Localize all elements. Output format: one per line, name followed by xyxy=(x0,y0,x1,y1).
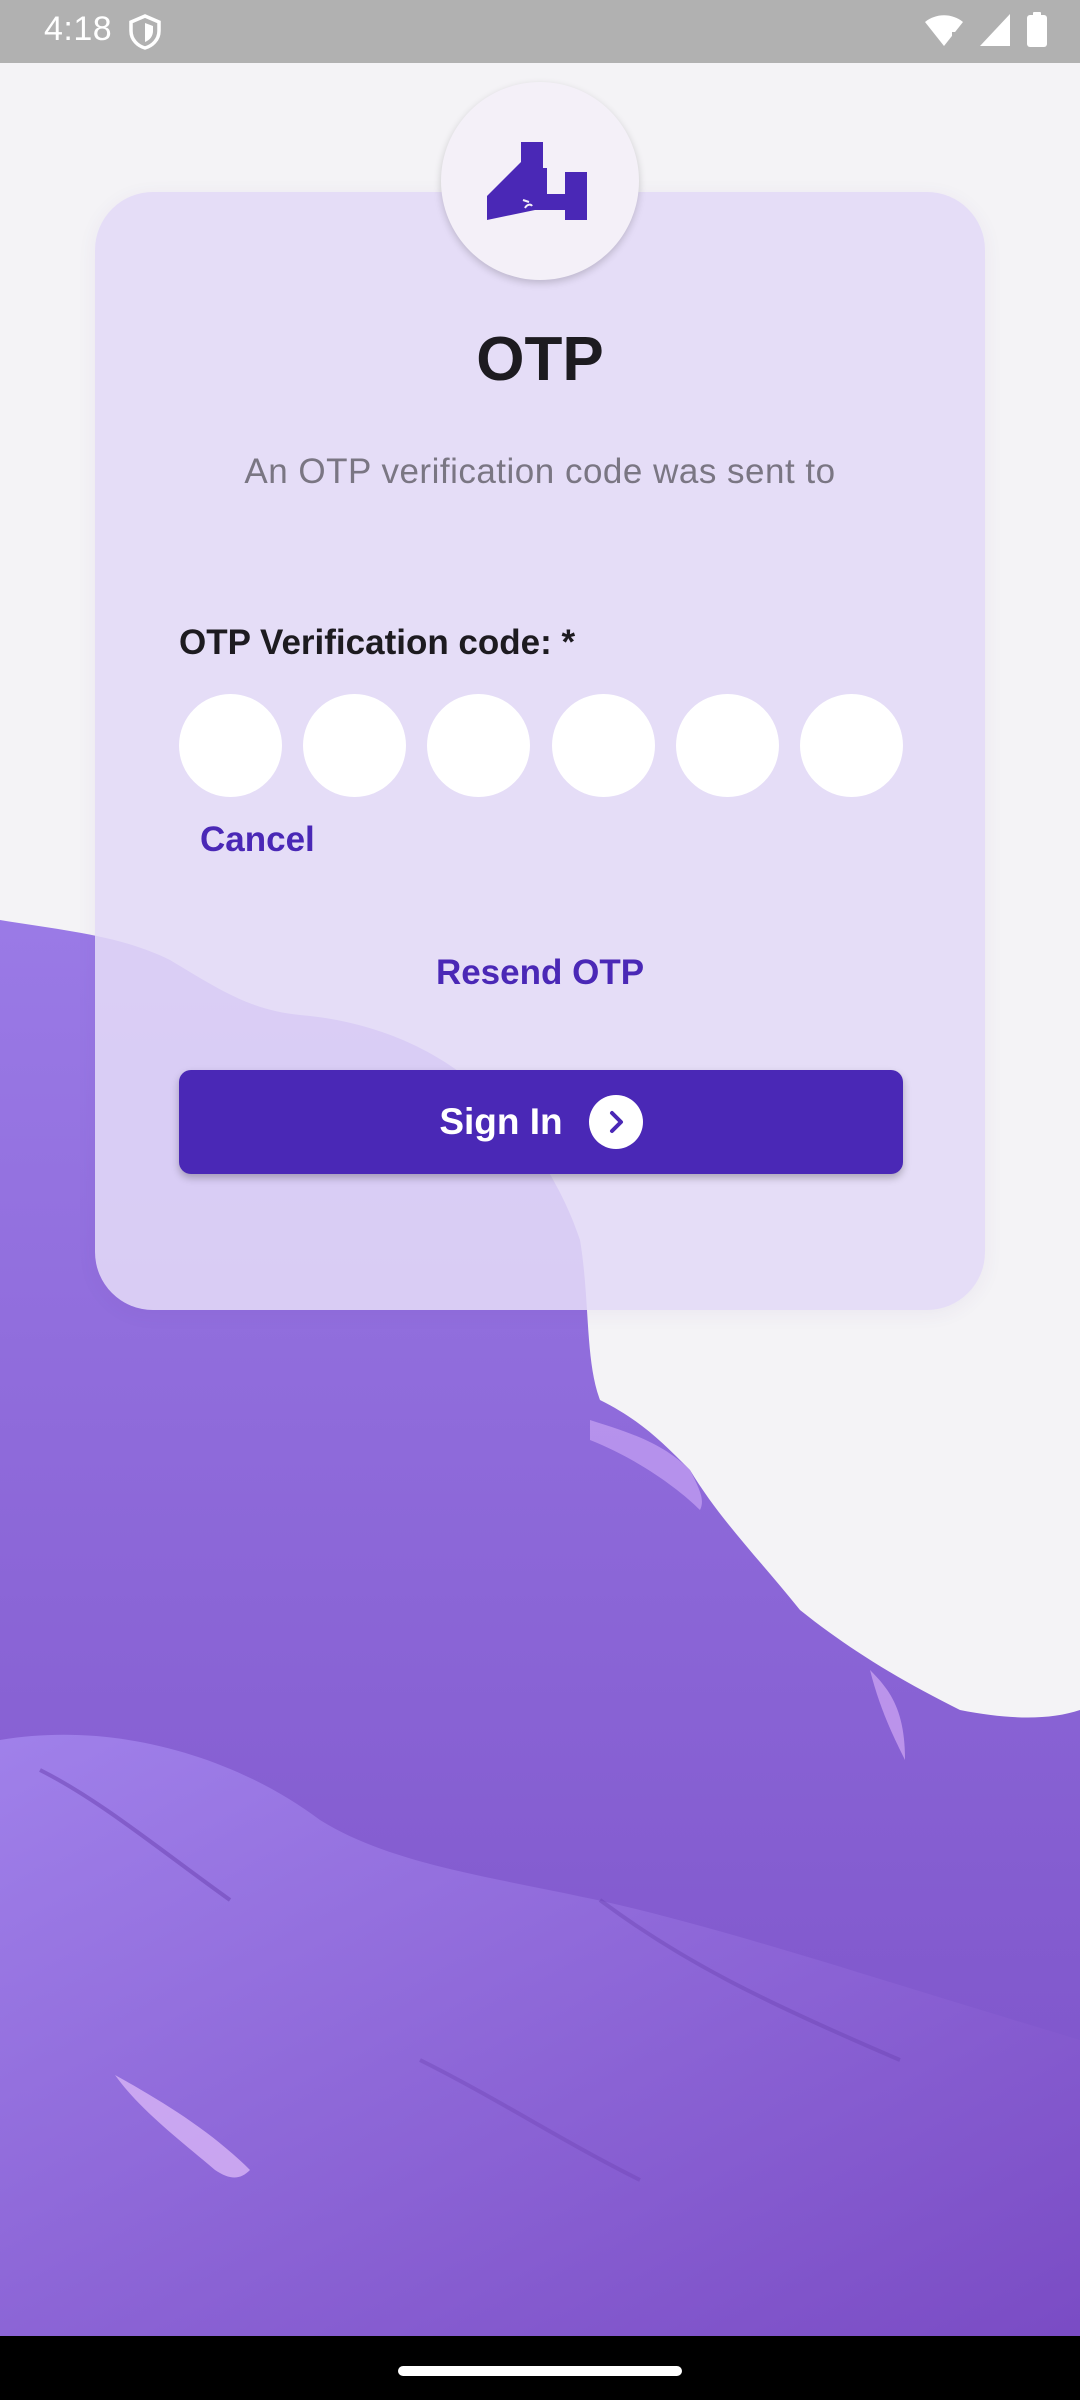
signal-icon xyxy=(980,14,1010,46)
otp-screen: 4:18 OTP An OTP verification code was se… xyxy=(0,0,1080,2400)
otp-digit-4[interactable] xyxy=(551,694,655,797)
page-title: OTP xyxy=(476,325,604,394)
resend-otp-button[interactable]: Resend OTP xyxy=(0,953,1080,993)
sign-in-label: Sign In xyxy=(439,1101,563,1142)
status-bar: 4:18 xyxy=(0,0,1080,63)
status-time: 4:18 xyxy=(44,10,113,48)
otp-digit-5[interactable] xyxy=(675,694,779,797)
otp-digit-1[interactable] xyxy=(179,694,282,797)
cancel-button[interactable]: Cancel xyxy=(200,820,315,860)
otp-digit-6[interactable] xyxy=(799,694,903,797)
otp-digit-3[interactable] xyxy=(427,694,531,797)
battery-icon xyxy=(1027,12,1047,47)
app-logo xyxy=(441,82,639,280)
otp-field-label: OTP Verification code: * xyxy=(179,623,576,662)
chevron-right-icon xyxy=(588,1095,643,1149)
wifi-icon xyxy=(925,15,963,46)
shield-icon xyxy=(129,14,161,50)
home-gesture-handle[interactable] xyxy=(398,2366,682,2376)
otp-digit-2[interactable] xyxy=(303,694,407,797)
logo-icon xyxy=(487,142,587,220)
status-icons xyxy=(924,12,1048,48)
otp-subtitle: An OTP verification code was sent to xyxy=(244,452,836,491)
otp-input-group xyxy=(179,694,903,797)
sign-in-button[interactable]: Sign In xyxy=(179,1070,903,1174)
